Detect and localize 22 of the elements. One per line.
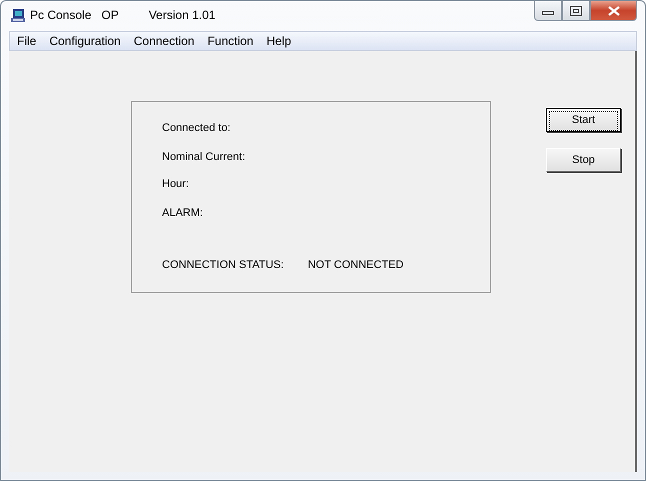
- minimize-button[interactable]: [534, 1, 562, 21]
- field-label: Connected to:: [162, 122, 230, 134]
- stop-button[interactable]: Stop: [546, 148, 621, 172]
- title-text: Version 1.01: [148, 8, 216, 22]
- close-button[interactable]: [590, 1, 637, 21]
- menu-item[interactable]: File: [17, 34, 36, 48]
- computer-icon: [10, 8, 26, 24]
- title-text: OP: [101, 8, 119, 22]
- field-label: Hour:: [162, 178, 189, 190]
- status-label: CONNECTION STATUS:: [162, 259, 284, 271]
- field-label: ALARM:: [162, 207, 203, 219]
- window-title: Pc Console: [30, 8, 92, 22]
- field-label: Nominal Current:: [162, 151, 246, 163]
- close-icon: [608, 6, 620, 16]
- maximize-icon: [570, 6, 582, 16]
- menu-item[interactable]: Configuration: [49, 34, 121, 48]
- menu-item[interactable]: Help: [266, 34, 292, 48]
- start-button[interactable]: Start: [546, 108, 621, 132]
- menu-item[interactable]: Connection: [134, 34, 194, 48]
- menu-item[interactable]: Function: [207, 34, 254, 48]
- status-value: NOT CONNECTED: [308, 259, 404, 271]
- maximize-button[interactable]: [562, 1, 590, 21]
